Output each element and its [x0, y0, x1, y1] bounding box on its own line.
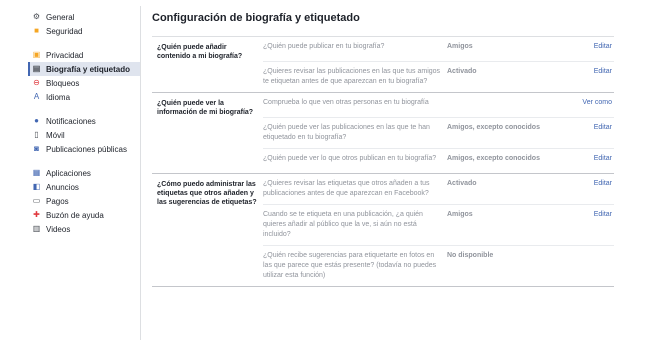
setting-question: ¿Quién puede ver las publicaciones en la… — [263, 124, 430, 141]
sidebar-item-lifebuoy[interactable]: ✚ Buzón de ayuda — [28, 208, 140, 222]
sidebar-divider — [140, 6, 141, 340]
edit-link[interactable]: Editar — [565, 179, 614, 199]
gear-icon: ⚙ — [32, 12, 41, 21]
sidebar-item-block[interactable]: ⊖ Bloqueos — [28, 76, 140, 90]
setting-question: ¿Quién puede ver lo que otros publican e… — [263, 155, 437, 162]
setting-value: Amigos, excepto conocidos — [447, 124, 540, 131]
sidebar-item-language[interactable]: A Idioma — [28, 90, 140, 104]
setting-row[interactable]: Comprueba lo que ven otras personas en t… — [263, 93, 614, 118]
section-label: ¿Quién puede ver la información de mi bi… — [157, 100, 254, 116]
sidebar-group: ▣ Privacidad ▤ Biografía y etiquetado ⊖ Bloqu… — [28, 48, 140, 104]
film-icon: ▥ — [32, 224, 41, 233]
sidebar-item-label: General — [46, 12, 75, 22]
sidebar-item-label: Aplicaciones — [46, 168, 91, 178]
setting-question: ¿Quién recibe sugerencias para etiquetar… — [263, 252, 437, 279]
rss-icon: ◙ — [34, 144, 39, 153]
sidebar-item-label: Buzón de ayuda — [46, 210, 104, 220]
section-rows: Comprueba lo que ven otras personas en t… — [263, 93, 614, 173]
edit-link[interactable]: Editar — [565, 123, 614, 143]
sidebar-item-rss[interactable]: ◙ Publicaciones públicas — [28, 142, 140, 156]
sidebar-item-label: Privacidad — [46, 50, 84, 60]
sidebar-item-gear[interactable]: ⚙ General — [28, 10, 140, 24]
language-icon: A — [33, 92, 40, 101]
sidebar-item-label: Publicaciones públicas — [46, 144, 127, 154]
lock-icon: ▣ — [32, 50, 41, 59]
edit-link[interactable]: Editar — [565, 154, 614, 168]
view-as-link[interactable]: Ver como — [565, 98, 614, 112]
sidebar-item-label: Seguridad — [46, 26, 83, 36]
sidebar-item-label: Idioma — [46, 92, 71, 102]
setting-row[interactable]: ¿Quién puede publicar en tu biografía? Am… — [263, 37, 614, 62]
setting-row[interactable]: Cuando se te etiqueta en una publicación… — [263, 205, 614, 246]
settings-main: Configuración de biografía y etiquetado … — [152, 12, 614, 287]
sidebar-item-label: Anuncios — [46, 182, 79, 192]
section-label: ¿Cómo puedo administrar las etiquetas qu… — [157, 181, 257, 206]
block-icon: ⊖ — [33, 78, 40, 87]
sidebar-item-label: Bloqueos — [46, 78, 80, 88]
setting-row[interactable]: ¿Quieres revisar las publicaciones en la… — [263, 62, 614, 92]
section-rows: ¿Quieres revisar las etiquetas que otros… — [263, 174, 614, 286]
mobile-icon: ▯ — [34, 130, 39, 139]
setting-value — [447, 98, 565, 112]
sidebar-group: ▦ Aplicaciones ◧ Anuncios ▭ Pagos ✚ Buzón de ay… — [28, 166, 140, 236]
section-rows: ¿Quién puede publicar en tu biografía? Am… — [263, 37, 614, 92]
sidebar-group: ● Notificaciones ▯ Móvil ◙ Publicaciones públ… — [28, 114, 140, 156]
setting-row[interactable]: ¿Quién puede ver lo que otros publican e… — [263, 149, 614, 173]
settings-section: ¿Cómo puedo administrar las etiquetas qu… — [152, 174, 614, 287]
sidebar-item-mobile[interactable]: ▯ Móvil — [28, 128, 140, 142]
sidebar-item-lock[interactable]: ▣ Privacidad — [28, 48, 140, 62]
setting-value: Amigos, excepto conocidos — [447, 155, 540, 162]
sidebar-item-label: Pagos — [46, 196, 69, 206]
sidebar-group: ⚙ General ■ Seguridad — [28, 10, 140, 38]
sidebar-item-label: Móvil — [46, 130, 65, 140]
setting-value: No disponible — [447, 252, 494, 259]
setting-value: Activado — [447, 68, 477, 75]
shield-icon: ■ — [34, 26, 39, 35]
apps-icon: ▦ — [32, 168, 41, 177]
sidebar-item-label: Biografía y etiquetado — [46, 64, 131, 74]
sidebar-item-label: Videos — [46, 224, 71, 234]
setting-row[interactable]: ¿Quién recibe sugerencias para etiquetar… — [263, 246, 614, 286]
setting-value: Amigos — [447, 211, 473, 218]
setting-row[interactable]: ¿Quieres revisar las etiquetas que otros… — [263, 174, 614, 205]
sidebar-item-card[interactable]: ▭ Pagos — [28, 194, 140, 208]
sidebar-item-apps[interactable]: ▦ Aplicaciones — [28, 166, 140, 180]
setting-question: Comprueba lo que ven otras personas en t… — [263, 99, 429, 106]
settings-section: ¿Quién puede añadir contenido a mi biogr… — [152, 37, 614, 93]
setting-value: Activado — [447, 180, 477, 187]
settings-section: ¿Quién puede ver la información de mi bi… — [152, 93, 614, 174]
settings-sidebar: ⚙ General ■ Seguridad ▣ Privacidad ▤ Biografía … — [28, 10, 140, 246]
sidebar-item-film[interactable]: ▥ Videos — [28, 222, 140, 236]
setting-question: ¿Quién puede publicar en tu biografía? — [263, 43, 385, 50]
edit-link[interactable]: Editar — [565, 67, 614, 87]
edit-link — [565, 251, 614, 281]
setting-value: Amigos — [447, 43, 473, 50]
section-label: ¿Quién puede añadir contenido a mi biogr… — [157, 44, 243, 60]
edit-link[interactable]: Editar — [565, 210, 614, 240]
sidebar-item-timeline[interactable]: ▤ Biografía y etiquetado — [28, 62, 140, 76]
settings-sections: ¿Quién puede añadir contenido a mi biogr… — [152, 37, 614, 287]
sidebar-item-globe[interactable]: ● Notificaciones — [28, 114, 140, 128]
setting-row[interactable]: ¿Quién puede ver las publicaciones en la… — [263, 118, 614, 149]
globe-icon: ● — [34, 116, 39, 125]
sidebar-item-ads[interactable]: ◧ Anuncios — [28, 180, 140, 194]
page-title: Configuración de biografía y etiquetado — [152, 12, 614, 37]
setting-question: ¿Quieres revisar las publicaciones en la… — [263, 68, 441, 85]
lifebuoy-icon: ✚ — [33, 210, 40, 219]
setting-question: ¿Quieres revisar las etiquetas que otros… — [263, 180, 430, 197]
timeline-icon: ▤ — [32, 64, 41, 73]
edit-link[interactable]: Editar — [565, 42, 614, 56]
sidebar-item-shield[interactable]: ■ Seguridad — [28, 24, 140, 38]
sidebar-item-label: Notificaciones — [46, 116, 96, 126]
ads-icon: ◧ — [32, 182, 41, 191]
card-icon: ▭ — [32, 196, 41, 205]
setting-question: Cuando se te etiqueta en una publicación… — [263, 211, 423, 238]
